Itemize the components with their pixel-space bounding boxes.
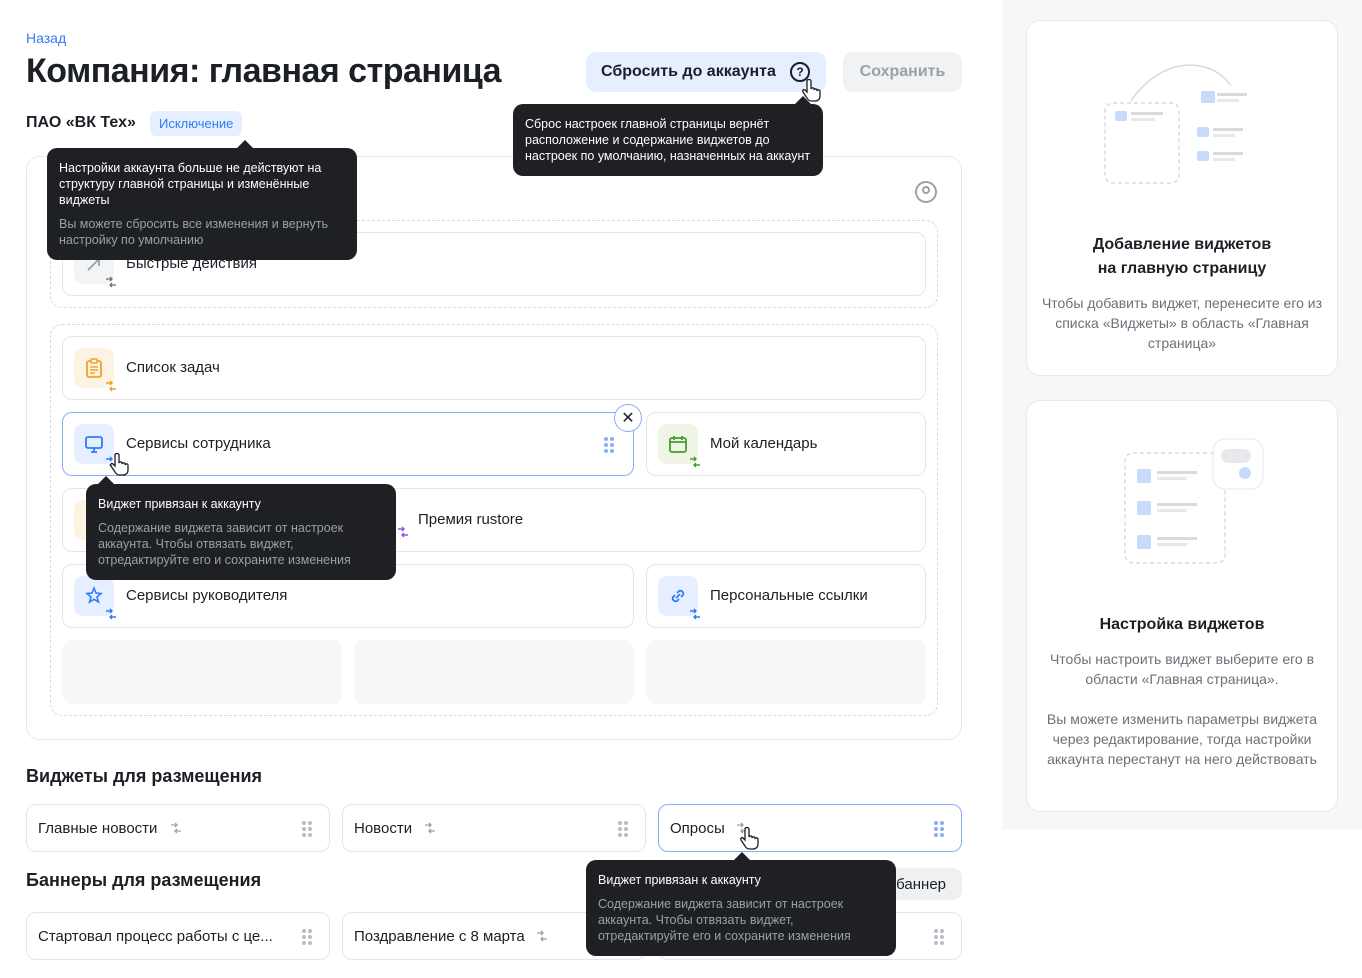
tooltip-arrow	[237, 140, 253, 148]
save-button[interactable]: Сохранить	[843, 52, 962, 92]
widget-label: Премия rustore	[418, 511, 524, 528]
account-settings-tooltip: Настройки аккаунта больше не действуют н…	[47, 140, 357, 260]
drag-handle-icon[interactable]	[934, 821, 944, 837]
tooltip-title: Виджет привязан к аккаунту	[98, 497, 261, 511]
info-add-title-line2: на главную страницу	[1097, 260, 1267, 277]
drag-handle-icon[interactable]	[604, 437, 614, 453]
link-account-icon	[537, 930, 547, 942]
drag-handle-icon[interactable]	[302, 929, 312, 945]
info-add-title-line1: Добавление виджетов	[1092, 236, 1272, 253]
widget-label: Сервисы руководителя	[126, 587, 288, 604]
settings-widgets-illustration	[1124, 438, 1264, 564]
reset-tooltip: Сброс настроек главной страницы вернёт р…	[513, 96, 823, 176]
tooltip-title: Виджет привязан к аккаунту	[598, 873, 761, 887]
tooltip-title: Настройки аккаунта больше не действуют н…	[59, 161, 322, 207]
info-card-add-widgets: Добавление виджетов на главную страницу …	[1026, 20, 1338, 376]
link-account-icon	[106, 380, 116, 392]
hand-cursor-icon	[740, 826, 759, 850]
widgets-section-title: Виджеты для размещения	[26, 766, 263, 786]
widget-linked-tooltip-bottom: Виджет привязан к аккаунту Содержание ви…	[586, 852, 896, 956]
add-widgets-illustration	[1104, 64, 1261, 184]
info-setup-text1: Чтобы настроить виджет выберите его в об…	[1049, 651, 1315, 687]
link-account-icon	[425, 822, 435, 834]
widget-chip-label: Опросы	[670, 820, 725, 837]
banner-chip[interactable]: Стартовал процесс работы с це...	[26, 912, 330, 960]
widget-chip[interactable]: Новости	[342, 804, 646, 852]
widget-chip[interactable]: Опросы	[658, 804, 962, 852]
widget-card-my-calendar[interactable]: Мой календарь	[646, 412, 926, 476]
widget-card-personal-links[interactable]: Персональные ссылки	[646, 564, 926, 628]
empty-slot[interactable]	[646, 640, 926, 704]
link-account-icon	[690, 456, 700, 468]
empty-slot[interactable]	[354, 640, 634, 704]
tooltip-arrow	[734, 852, 750, 860]
reset-button-label: Сбросить до аккаунта	[601, 63, 776, 80]
widget-label: Мой календарь	[710, 435, 818, 452]
tooltip-text: Вы можете сбросить все изменения и верну…	[59, 217, 329, 247]
widget-card-task-list[interactable]: Список задач	[62, 336, 926, 400]
company-name: ПАО «ВК Тех»	[26, 114, 136, 131]
reset-to-account-button[interactable]: Сбросить до аккаунта ?	[586, 52, 826, 92]
link-account-icon	[171, 822, 181, 834]
link-account-icon	[106, 608, 116, 620]
widget-card-employee-services[interactable]: Сервисы сотрудника	[62, 412, 634, 476]
widget-chip[interactable]: Главные новости	[26, 804, 330, 852]
tooltip-text: Содержание виджета зависит от настроек а…	[598, 897, 851, 943]
widget-label: Сервисы сотрудника	[126, 435, 271, 452]
empty-slot[interactable]	[62, 640, 342, 704]
widget-label: Список задач	[126, 359, 220, 376]
banner-chip-label: Поздравление с 8 марта	[354, 928, 525, 945]
hand-cursor-icon	[110, 452, 129, 476]
link-account-icon	[106, 276, 116, 288]
info-add-text: Чтобы добавить виджет, перенесите его из…	[1041, 295, 1323, 351]
tooltip-text: Содержание виджета зависит от настроек а…	[98, 521, 351, 567]
banners-section-title: Баннеры для размещения	[26, 870, 262, 890]
tooltip-title: Сброс настроек главной страницы вернёт р…	[525, 117, 811, 163]
info-setup-title: Настройка виджетов	[1099, 616, 1265, 633]
link-account-icon	[398, 526, 408, 538]
back-link[interactable]: Назад	[26, 30, 66, 46]
widget-linked-tooltip: Виджет привязан к аккаунту Содержание ви…	[86, 476, 396, 580]
help-panel-bottom	[1002, 830, 1362, 978]
drag-handle-icon[interactable]	[302, 821, 312, 837]
drag-handle-icon[interactable]	[934, 929, 944, 945]
hand-cursor-icon	[802, 78, 821, 102]
exception-badge: Исключение	[150, 111, 243, 136]
drag-handle-icon[interactable]	[618, 821, 628, 837]
info-card-widget-settings: Настройка виджетов Чтобы настроить видже…	[1026, 400, 1338, 812]
user-icon[interactable]	[915, 181, 937, 203]
remove-widget-button[interactable]: ✕	[614, 404, 642, 432]
widget-label: Персональные ссылки	[710, 587, 868, 604]
info-setup-text2: Вы можете изменить параметры виджета чер…	[1046, 711, 1318, 767]
page-title: Компания: главная страница	[26, 52, 502, 90]
widget-chip-label: Главные новости	[38, 820, 158, 837]
widget-chip-label: Новости	[354, 820, 413, 837]
link-account-icon	[690, 608, 700, 620]
banner-chip-label: Стартовал процесс работы с це...	[38, 928, 273, 945]
